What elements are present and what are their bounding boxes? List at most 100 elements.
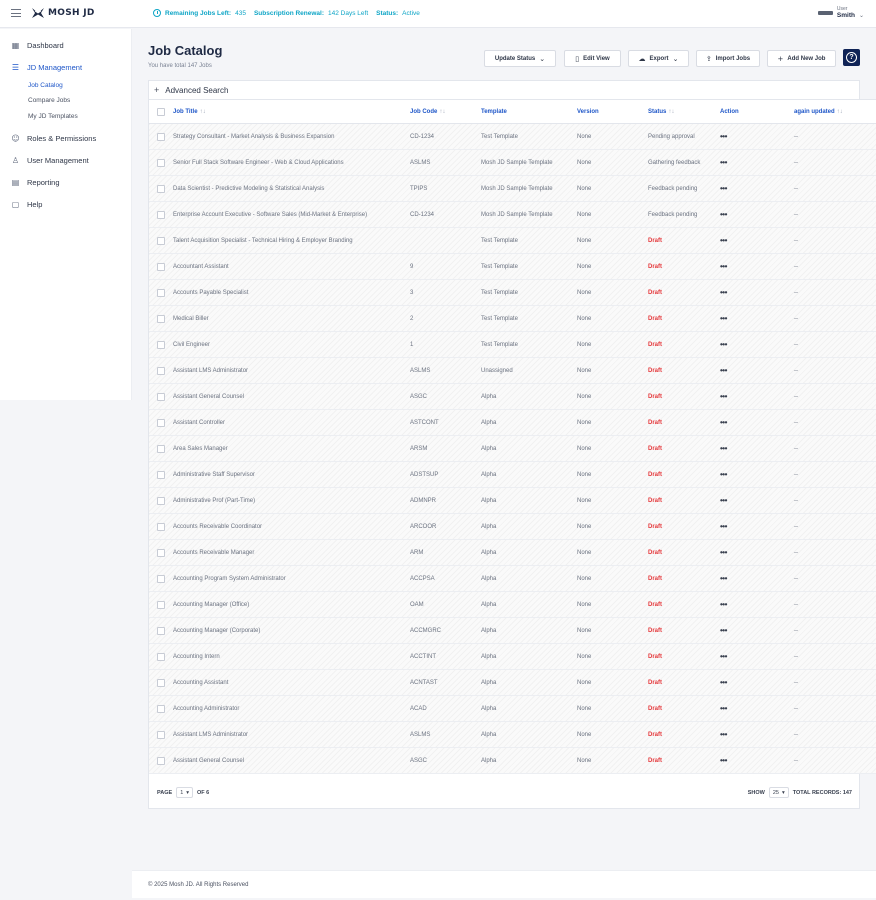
job-title-cell[interactable]: Strategy Consultant - Market Analysis & … [173, 123, 410, 150]
job-title-cell[interactable]: Civil Engineer [173, 331, 410, 358]
table-row[interactable]: Strategy Consultant - Market Analysis & … [149, 123, 876, 150]
more-actions-icon[interactable]: ••• [720, 366, 727, 375]
job-title-cell[interactable]: Accounting Intern [173, 643, 410, 670]
job-title-cell[interactable]: Accounting Manager (Office) [173, 591, 410, 618]
table-row[interactable]: Medical Biller 2 Test Template None Draft •••… [149, 305, 876, 332]
job-title-cell[interactable]: Medical Biller [173, 305, 410, 332]
row-checkbox[interactable] [157, 392, 165, 401]
sort-icon[interactable]: ↑↓ [837, 109, 843, 115]
row-checkbox[interactable] [157, 366, 165, 375]
row-checkbox[interactable] [157, 184, 165, 193]
job-title-cell[interactable]: Accounting Program System Administrator [173, 565, 410, 592]
row-checkbox[interactable] [157, 262, 165, 271]
job-title-cell[interactable]: Accountant Assistant [173, 253, 410, 280]
col-job-code[interactable]: Job Code ↑↓ [410, 99, 481, 124]
table-row[interactable]: Accountant Assistant 9 Test Template None Dr… [149, 253, 876, 280]
table-row[interactable]: Enterprise Account Executive - Software … [149, 201, 876, 228]
more-actions-icon[interactable]: ••• [720, 210, 727, 219]
add-new-job-button[interactable]: + Add New Job [767, 50, 836, 67]
row-checkbox[interactable] [157, 496, 165, 505]
row-checkbox[interactable] [157, 470, 165, 479]
edit-view-button[interactable]: ▯ Edit View [564, 50, 621, 67]
more-actions-icon[interactable]: ••• [720, 184, 727, 193]
table-row[interactable]: Assistant General Counsel ASGC Alpha None Dr… [149, 383, 876, 410]
more-actions-icon[interactable]: ••• [720, 132, 727, 141]
more-actions-icon[interactable]: ••• [720, 678, 727, 687]
chevron-down-icon[interactable]: ⌄ [859, 12, 864, 19]
sort-icon[interactable]: ↑↓ [439, 109, 445, 115]
job-title-cell[interactable]: Accounts Payable Specialist [173, 279, 410, 306]
job-title-cell[interactable]: Administrative Prof (Part-Time) [173, 487, 410, 514]
table-row[interactable]: Accounting Administrator ACAD Alpha None Dra… [149, 695, 876, 722]
row-checkbox[interactable] [157, 288, 165, 297]
select-all-checkbox[interactable] [157, 107, 165, 116]
job-title-cell[interactable]: Talent Acquisition Specialist - Technica… [173, 227, 410, 254]
row-checkbox[interactable] [157, 548, 165, 557]
sidebar-subitem-job-catalog[interactable]: Job Catalog [28, 82, 63, 89]
more-actions-icon[interactable]: ••• [720, 652, 727, 661]
sidebar-item-help[interactable]: ▢ Help [11, 200, 43, 209]
row-checkbox[interactable] [157, 340, 165, 349]
table-row[interactable]: Accounting Program System Administrator A… [149, 565, 876, 592]
table-row[interactable]: Accounts Payable Specialist 3 Test Templat… [149, 279, 876, 306]
row-checkbox[interactable] [157, 600, 165, 609]
table-row[interactable]: Assistant Controller ASTCONT Alpha None Draf… [149, 409, 876, 436]
advanced-search-toggle[interactable]: + Advanced Search [154, 85, 228, 95]
more-actions-icon[interactable]: ••• [720, 262, 727, 271]
table-row[interactable]: Senior Full Stack Software Engineer - We… [149, 149, 876, 176]
table-row[interactable]: Accounting Manager (Corporate) ACCMGRC Alp… [149, 617, 876, 644]
table-row[interactable]: Accounting Manager (Office) OAM Alpha None D… [149, 591, 876, 618]
table-row[interactable]: Assistant General Counsel ASGC Alpha None Dr… [149, 747, 876, 774]
sidebar-item-user-management[interactable]: ♙ User Management [11, 156, 89, 165]
more-actions-icon[interactable]: ••• [720, 730, 727, 739]
table-row[interactable]: Assistant LMS Administrator ASLMS Alpha Non… [149, 721, 876, 748]
col-job-title[interactable]: Job Title ↑↓ [173, 99, 410, 124]
table-row[interactable]: Administrative Prof (Part-Time) ADMNPR Alp… [149, 487, 876, 514]
sort-icon[interactable]: ↑↓ [200, 109, 206, 115]
job-title-cell[interactable]: Assistant LMS Administrator [173, 357, 410, 384]
more-actions-icon[interactable]: ••• [720, 418, 727, 427]
row-checkbox[interactable] [157, 236, 165, 245]
sidebar-item-jd-management[interactable]: ☰ JD Management [11, 63, 82, 72]
sidebar-item-dashboard[interactable]: ▦ Dashboard [11, 41, 64, 50]
more-actions-icon[interactable]: ••• [720, 470, 727, 479]
job-title-cell[interactable]: Enterprise Account Executive - Software … [173, 201, 410, 228]
more-actions-icon[interactable]: ••• [720, 236, 727, 245]
job-title-cell[interactable]: Assistant LMS Administrator [173, 721, 410, 748]
job-title-cell[interactable]: Accounting Administrator [173, 695, 410, 722]
more-actions-icon[interactable]: ••• [720, 704, 727, 713]
more-actions-icon[interactable]: ••• [720, 548, 727, 557]
more-actions-icon[interactable]: ••• [720, 574, 727, 583]
job-title-cell[interactable]: Accounts Receivable Coordinator [173, 513, 410, 540]
job-title-cell[interactable]: Data Scientist - Predictive Modeling & S… [173, 175, 410, 202]
logo[interactable]: MOSH JD [31, 6, 95, 20]
more-actions-icon[interactable]: ••• [720, 600, 727, 609]
table-row[interactable]: Talent Acquisition Specialist - Technica… [149, 227, 876, 254]
row-checkbox[interactable] [157, 652, 165, 661]
sidebar-subitem-my-jd-templates[interactable]: My JD Templates [28, 113, 78, 120]
table-row[interactable]: Civil Engineer 1 Test Template None Draft •••… [149, 331, 876, 358]
page-size-select[interactable]: 25 ▾ [768, 787, 789, 798]
table-row[interactable]: Accounts Receivable Coordinator ARCOOR Alp… [149, 513, 876, 540]
sort-icon[interactable]: ↑↓ [668, 109, 674, 115]
job-title-cell[interactable]: Accounting Assistant [173, 669, 410, 696]
more-actions-icon[interactable]: ••• [720, 392, 727, 401]
sidebar-item-reporting[interactable]: ▤ Reporting [11, 178, 60, 187]
more-actions-icon[interactable]: ••• [720, 496, 727, 505]
more-actions-icon[interactable]: ••• [720, 626, 727, 635]
row-checkbox[interactable] [157, 678, 165, 687]
row-checkbox[interactable] [157, 132, 165, 141]
row-checkbox[interactable] [157, 444, 165, 453]
row-checkbox[interactable] [157, 626, 165, 635]
table-row[interactable]: Assistant LMS Administrator ASLMS Unassign… [149, 357, 876, 384]
sidebar-subitem-compare-jobs[interactable]: Compare Jobs [28, 97, 70, 104]
row-checkbox[interactable] [157, 730, 165, 739]
row-checkbox[interactable] [157, 210, 165, 219]
job-title-cell[interactable]: Assistant General Counsel [173, 747, 410, 774]
job-title-cell[interactable]: Accounts Receivable Manager [173, 539, 410, 566]
user-menu[interactable]: User Smith ⌄ [817, 6, 864, 19]
help-button[interactable]: ? [843, 49, 860, 66]
job-title-cell[interactable]: Administrative Staff Supervisor [173, 461, 410, 488]
job-title-cell[interactable]: Senior Full Stack Software Engineer - We… [173, 149, 410, 176]
row-checkbox[interactable] [157, 522, 165, 531]
